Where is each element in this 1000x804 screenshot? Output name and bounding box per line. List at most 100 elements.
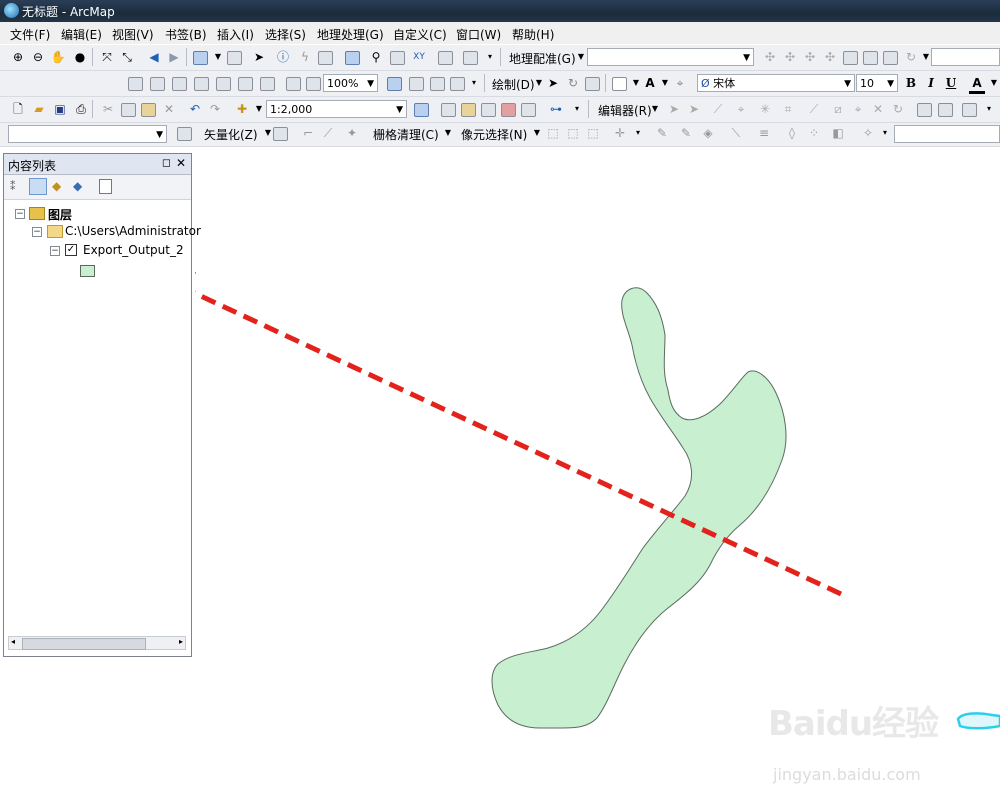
- show-preview-icon[interactable]: [273, 127, 288, 141]
- font-color-dropdown-icon[interactable]: ▼: [986, 75, 1000, 91]
- list-by-visibility-icon[interactable]: ◆: [52, 179, 61, 193]
- toolbar-overflow-icon[interactable]: ▾: [630, 125, 646, 141]
- raster-brush-icon[interactable]: ✎: [678, 125, 694, 141]
- trace-icon[interactable]: ⌖: [733, 101, 749, 117]
- find-binoculars-icon[interactable]: ⚲: [368, 49, 384, 65]
- toolbar-search-combo[interactable]: [931, 48, 1000, 66]
- fixed-zoom-in-icon[interactable]: ⤧: [99, 49, 115, 65]
- zoom-whole-page-icon[interactable]: [194, 77, 209, 91]
- new-text-icon[interactable]: A: [642, 75, 658, 91]
- extra-combo[interactable]: [894, 125, 1000, 143]
- collapse-layer-icon[interactable]: −: [50, 246, 60, 256]
- layer-name-label[interactable]: Export_Output_2: [83, 243, 184, 257]
- editor-toolbar-icon[interactable]: [414, 103, 429, 117]
- vectorization-trace-icon[interactable]: ⌐: [300, 125, 316, 141]
- zoom-in-icon[interactable]: ⊕: [10, 49, 26, 65]
- point-icon[interactable]: ✳: [757, 101, 773, 117]
- create-viewer-icon[interactable]: [463, 51, 478, 65]
- underline-button[interactable]: U: [943, 75, 959, 91]
- reshape-icon[interactable]: ⟋: [806, 101, 822, 117]
- georeferencing-menu[interactable]: 地理配准(G): [509, 50, 576, 67]
- edit-attributes-icon[interactable]: [962, 103, 977, 117]
- paste-icon[interactable]: [141, 103, 156, 117]
- georef-table-icon[interactable]: [883, 51, 898, 65]
- edit-annotation-icon[interactable]: ➤: [686, 101, 702, 117]
- save-icon[interactable]: ▣: [52, 101, 68, 117]
- open-folder-icon[interactable]: ▰: [31, 101, 47, 117]
- scroll-left-icon[interactable]: ◂: [11, 637, 15, 646]
- layout-pan-icon[interactable]: [172, 77, 187, 91]
- raster-pen-icon[interactable]: ✎: [654, 125, 670, 141]
- scrollbar-thumb[interactable]: [22, 638, 146, 650]
- edit-vertices-icon[interactable]: ⌗: [780, 101, 796, 117]
- map-scale-combo[interactable]: 1:2,000 ▼: [266, 100, 407, 118]
- scroll-right-icon[interactable]: ▸: [179, 637, 183, 646]
- undo-icon[interactable]: ↶: [187, 101, 203, 117]
- data-driven-pages-icon[interactable]: [450, 77, 465, 91]
- back-arrow-icon[interactable]: ◀: [146, 49, 162, 65]
- table-of-contents-icon[interactable]: [441, 103, 456, 117]
- partial-polygon-feature[interactable]: [956, 712, 1000, 730]
- list-by-drawing-order-icon[interactable]: ⁑: [10, 180, 16, 193]
- menu-geoprocessing[interactable]: 地理处理(G): [317, 26, 384, 43]
- raster-layer-combo[interactable]: ▼: [8, 125, 167, 143]
- select-elements-icon[interactable]: ➤: [545, 75, 561, 91]
- raster-cleanup-menu[interactable]: 栅格清理(C): [373, 126, 439, 143]
- zoom-fixed-in-icon[interactable]: [238, 77, 253, 91]
- edit-vertices-icon[interactable]: ⌖: [672, 75, 688, 91]
- font-name-combo[interactable]: Ø 宋体 ▼: [697, 74, 855, 92]
- toolbar-overflow-icon[interactable]: ▾: [482, 49, 498, 65]
- create-features-icon[interactable]: [938, 103, 953, 117]
- go-to-xy-icon[interactable]: XY: [411, 49, 427, 65]
- layers-root-label[interactable]: 图层: [48, 206, 72, 223]
- redo-icon[interactable]: ↷: [207, 101, 223, 117]
- settings-icon[interactable]: ✧: [860, 125, 876, 141]
- modelbuilder-icon[interactable]: ⊶: [548, 101, 564, 117]
- toolbar-overflow-icon[interactable]: ▾: [569, 101, 585, 117]
- select-features-icon[interactable]: [193, 51, 208, 65]
- control-points-icon[interactable]: ✣: [822, 49, 838, 65]
- rotate-tool-icon[interactable]: ✕: [870, 101, 886, 117]
- close-icon[interactable]: ✕: [176, 156, 186, 170]
- layout-zoom-out-icon[interactable]: [150, 77, 165, 91]
- select-elements-icon[interactable]: ➤: [251, 49, 267, 65]
- sketch-properties-icon[interactable]: [917, 103, 932, 117]
- menu-help[interactable]: 帮助(H): [512, 26, 554, 43]
- clear-selection-icon[interactable]: [227, 51, 242, 65]
- link-table-icon[interactable]: [843, 51, 858, 65]
- rotate-cw-icon[interactable]: ↻: [903, 49, 919, 65]
- menu-selection[interactable]: 选择(S): [265, 26, 306, 43]
- magic-eraser-icon[interactable]: ⁘: [806, 125, 822, 141]
- shape-recognition-icon[interactable]: ✦: [344, 125, 360, 141]
- menu-edit[interactable]: 编辑(E): [61, 26, 102, 43]
- editor-menu[interactable]: 编辑器(R): [598, 102, 652, 119]
- find-connected-cells-icon[interactable]: ⬚: [585, 125, 601, 141]
- line-tool-icon[interactable]: ⟋: [320, 125, 336, 141]
- search-window-icon[interactable]: [481, 103, 496, 117]
- arctoolbox-icon[interactable]: [501, 103, 516, 117]
- collapse-layers-icon[interactable]: −: [15, 209, 25, 219]
- options-icon[interactable]: [99, 179, 112, 194]
- menu-windows[interactable]: 窗口(W): [456, 26, 501, 43]
- fixed-zoom-out-icon[interactable]: ⤡: [119, 49, 135, 65]
- cut-polygon-icon[interactable]: ⧄: [830, 101, 846, 117]
- editor-dropdown-icon[interactable]: ▼: [647, 101, 663, 117]
- cell-selection-dropdown-icon[interactable]: ▼: [529, 125, 545, 141]
- dock-icon[interactable]: ◻: [162, 156, 171, 169]
- next-extent-icon[interactable]: [306, 77, 321, 91]
- bold-button[interactable]: B: [903, 75, 919, 91]
- raster-cleanup-icon[interactable]: ◧: [830, 125, 846, 141]
- vectorization-settings-icon[interactable]: [177, 127, 192, 141]
- rotate-icon[interactable]: ✣: [762, 49, 778, 65]
- new-document-icon[interactable]: 🗋: [10, 101, 26, 117]
- cell-selection-menu[interactable]: 像元选择(N): [461, 126, 527, 143]
- copy-icon[interactable]: [121, 103, 136, 117]
- straight-segment-icon[interactable]: ⟋: [710, 101, 726, 117]
- toolbar-overflow-icon[interactable]: ▾: [981, 101, 997, 117]
- select-dropdown-icon[interactable]: ▼: [210, 49, 226, 65]
- list-by-selection-icon[interactable]: ◆: [73, 179, 82, 193]
- hyperlink-icon[interactable]: ϟ: [297, 49, 313, 65]
- font-color-button[interactable]: A: [969, 75, 985, 94]
- collapse-folder-icon[interactable]: −: [32, 227, 42, 237]
- add-data-dropdown-icon[interactable]: ▼: [251, 101, 267, 117]
